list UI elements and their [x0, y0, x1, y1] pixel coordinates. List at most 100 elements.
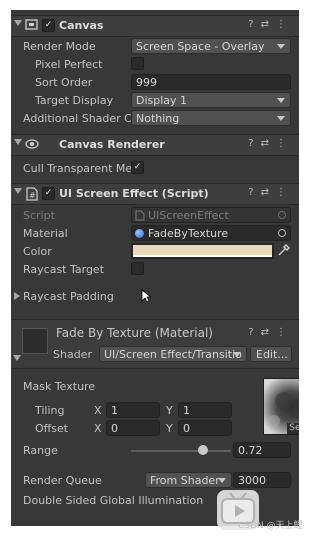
preset-icon[interactable]: ⇄	[261, 327, 276, 338]
material-title: Fade By Texture (Material)	[56, 326, 213, 340]
raycast-target-checkbox[interactable]	[131, 262, 144, 275]
mask-texture-slot[interactable]: Select	[263, 378, 299, 435]
offset-y-label: Y	[166, 422, 173, 435]
render-queue-label: Render Queue	[23, 474, 102, 487]
range-input[interactable]: 0.72	[233, 442, 291, 458]
shader-label: Shader	[53, 348, 92, 361]
range-label: Range	[23, 444, 58, 457]
tiling-y-input[interactable]: 1	[178, 402, 232, 418]
canvas-enabled-checkbox[interactable]: ✓	[42, 19, 55, 32]
shader-value: UI/Screen Effect/Transitio	[104, 348, 242, 361]
color-label: Color	[23, 245, 52, 258]
render-queue-mode: From Shader	[150, 474, 220, 487]
preset-icon[interactable]: ⇄	[261, 187, 276, 198]
tiling-x-label: X	[94, 404, 102, 417]
script-value: UIScreenEffect	[148, 209, 229, 222]
script-field: UIScreenEffect	[131, 207, 291, 223]
chevron-down-icon	[277, 116, 285, 121]
sort-order-label: Sort Order	[35, 76, 93, 89]
watermark-text: CSDN @天上鲤	[238, 521, 303, 531]
help-icon[interactable]: ?	[248, 187, 260, 198]
fold-arrow-icon[interactable]	[13, 355, 21, 361]
component-header-icons[interactable]: ?⇄⋮	[248, 19, 293, 30]
chevron-down-icon	[277, 44, 285, 49]
additional-shader-label: Additional Shader Ch	[23, 112, 139, 125]
more-menu-icon[interactable]: ⋮	[276, 187, 293, 198]
ui-screen-effect-header[interactable]: # ✓ UI Screen Effect (Script) ?⇄⋮	[11, 183, 299, 205]
divider	[11, 368, 299, 369]
edit-shader-button[interactable]: Edit...	[250, 346, 292, 362]
canvas-renderer-header[interactable]: Canvas Renderer ?⇄⋮	[11, 134, 299, 156]
select-texture-button[interactable]: Select	[287, 423, 299, 434]
offset-y-input[interactable]: 0	[178, 420, 232, 436]
tiling-y-label: Y	[166, 404, 173, 417]
object-picker-icon[interactable]	[278, 229, 286, 237]
fold-arrow-icon[interactable]	[14, 188, 22, 194]
sort-order-input[interactable]: 999	[131, 74, 291, 90]
help-icon[interactable]: ?	[248, 327, 260, 338]
render-queue-input[interactable]: 3000	[233, 472, 291, 488]
fold-arrow-icon[interactable]	[14, 20, 22, 26]
range-slider-thumb[interactable]	[198, 445, 208, 455]
eyedropper-icon[interactable]	[277, 243, 291, 257]
help-icon[interactable]: ?	[248, 138, 260, 149]
more-menu-icon[interactable]: ⋮	[276, 138, 293, 149]
pixel-perfect-label: Pixel Perfect	[35, 58, 103, 71]
raycast-padding-label[interactable]: Raycast Padding	[23, 290, 114, 303]
shader-dropdown[interactable]: UI/Screen Effect/Transitio	[99, 346, 247, 362]
double-sided-gi-label: Double Sided Global Illumination	[23, 494, 204, 507]
raycast-padding-fold-icon[interactable]	[14, 292, 20, 300]
ui-effect-enabled-checkbox[interactable]: ✓	[42, 187, 55, 200]
offset-label: Offset	[35, 422, 69, 435]
cull-transparent-checkbox[interactable]: ✓	[131, 161, 144, 174]
component-title: Canvas	[59, 19, 104, 32]
mouse-cursor-icon	[141, 289, 153, 303]
chevron-down-icon	[218, 478, 226, 483]
canvas-component-header[interactable]: ✓ Canvas ?⇄⋮	[11, 15, 299, 37]
material-value: FadeByTexture	[148, 227, 229, 240]
script-file-icon	[135, 210, 145, 221]
material-icon	[135, 229, 144, 238]
material-header-icons[interactable]: ?⇄⋮	[248, 327, 293, 338]
more-menu-icon[interactable]: ⋮	[276, 19, 293, 30]
more-menu-icon[interactable]: ⋮	[276, 327, 293, 338]
render-mode-label: Render Mode	[23, 40, 96, 53]
chevron-down-icon	[233, 352, 241, 357]
offset-x-input[interactable]: 0	[106, 420, 160, 436]
component-title: Canvas Renderer	[59, 138, 165, 151]
material-label: Material	[23, 227, 68, 240]
target-display-dropdown[interactable]: Display 1	[131, 92, 291, 108]
mask-texture-label: Mask Texture	[23, 380, 96, 393]
cull-transparent-label: Cull Transparent Me	[23, 162, 133, 175]
component-header-icons[interactable]: ?⇄⋮	[248, 138, 293, 149]
target-display-label: Target Display	[35, 94, 114, 107]
render-mode-dropdown[interactable]: Screen Space - Overlay	[131, 38, 291, 54]
eye-icon	[25, 138, 39, 150]
tiling-x-input[interactable]: 1	[106, 402, 160, 418]
alpha-bar	[133, 255, 272, 257]
additional-shader-dropdown[interactable]: Nothing	[131, 110, 291, 126]
material-field[interactable]: FadeByTexture	[131, 225, 291, 241]
color-field[interactable]	[131, 243, 274, 259]
tiling-label: Tiling	[35, 404, 65, 417]
preset-icon[interactable]: ⇄	[261, 138, 276, 149]
inspector-panel: ✓ Canvas ?⇄⋮ Render Mode Screen Space - …	[11, 10, 299, 526]
script-label: Script	[23, 209, 55, 222]
render-queue-mode-dropdown[interactable]: From Shader	[145, 472, 232, 488]
fold-arrow-icon[interactable]	[14, 139, 22, 145]
preset-icon[interactable]: ⇄	[261, 19, 276, 30]
additional-shader-value: Nothing	[136, 112, 180, 125]
pixel-perfect-checkbox[interactable]	[131, 57, 144, 70]
component-header-icons[interactable]: ?⇄⋮	[248, 187, 293, 198]
target-display-value: Display 1	[136, 94, 188, 107]
material-preview-icon	[22, 328, 48, 354]
offset-x-label: X	[94, 422, 102, 435]
raycast-target-label: Raycast Target	[23, 263, 105, 276]
object-picker-icon	[278, 211, 286, 219]
range-slider-track[interactable]	[131, 450, 231, 452]
svg-text:#: #	[29, 191, 36, 200]
render-mode-value: Screen Space - Overlay	[136, 40, 265, 53]
canvas-icon	[25, 18, 38, 31]
help-icon[interactable]: ?	[248, 19, 260, 30]
component-title: UI Screen Effect (Script)	[59, 187, 209, 200]
